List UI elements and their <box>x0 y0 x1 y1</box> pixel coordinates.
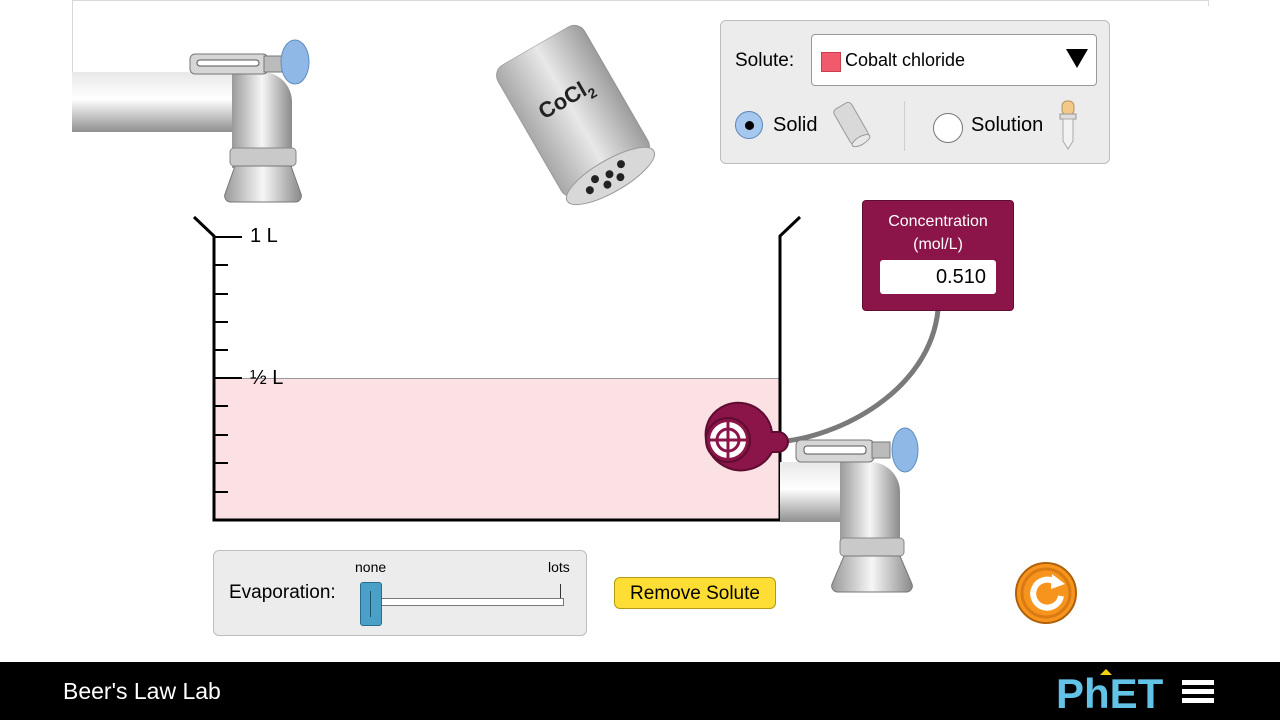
meter-title-line1: Concentration <box>888 213 988 230</box>
solute-shaker[interactable]: CoCl2 <box>478 16 668 206</box>
evaporation-panel: Evaporation: none lots <box>213 550 587 636</box>
remove-solute-button[interactable]: Remove Solute <box>614 577 776 609</box>
beaker-label-half-L: ½ L <box>250 367 284 389</box>
phet-logo[interactable]: PhET <box>1056 666 1168 716</box>
evaporation-slider-track[interactable] <box>372 598 564 606</box>
hamburger-menu-icon[interactable] <box>1182 680 1214 704</box>
slider-max-tick <box>560 584 561 598</box>
solute-label: Solute: <box>735 50 795 71</box>
beaker-label-1L: 1 L <box>250 225 278 247</box>
evaporation-min-label: none <box>355 559 387 575</box>
svg-text:PhET: PhET <box>1056 670 1164 716</box>
dropdown-arrow-icon[interactable] <box>1066 49 1088 68</box>
solution-radio-button[interactable] <box>933 113 963 143</box>
sim-title: Beer's Law Lab <box>63 678 221 704</box>
dropper-mini-icon <box>1059 100 1077 150</box>
shaker-mini-icon <box>833 101 871 148</box>
evaporation-slider-thumb[interactable] <box>360 582 382 626</box>
solute-color-swatch <box>821 52 841 72</box>
solid-radio-label[interactable]: Solid <box>773 114 817 137</box>
solid-radio-button[interactable] <box>735 111 763 139</box>
solute-panel: Solute: Cobalt chloride Solid Solution <box>720 20 1110 164</box>
right-border <box>1208 0 1209 6</box>
meter-title-line2: (mol/L) <box>913 236 963 253</box>
concentration-meter[interactable]: Concentration (mol/L) 0.510 <box>862 200 1014 311</box>
panel-separator <box>904 101 905 151</box>
evaporation-label: Evaporation: <box>229 582 336 603</box>
evaporation-max-label: lots <box>548 559 570 575</box>
solute-selected-name: Cobalt chloride <box>845 50 966 70</box>
reset-arrow-icon[interactable] <box>1015 562 1077 624</box>
drain-faucet[interactable] <box>780 422 924 598</box>
solution-radio-label[interactable]: Solution <box>971 114 1043 137</box>
solvent-faucet[interactable] <box>72 36 318 210</box>
top-border <box>72 0 1208 1</box>
solute-combo-box[interactable]: Cobalt chloride <box>811 34 1097 86</box>
meter-value: 0.510 <box>880 260 996 294</box>
